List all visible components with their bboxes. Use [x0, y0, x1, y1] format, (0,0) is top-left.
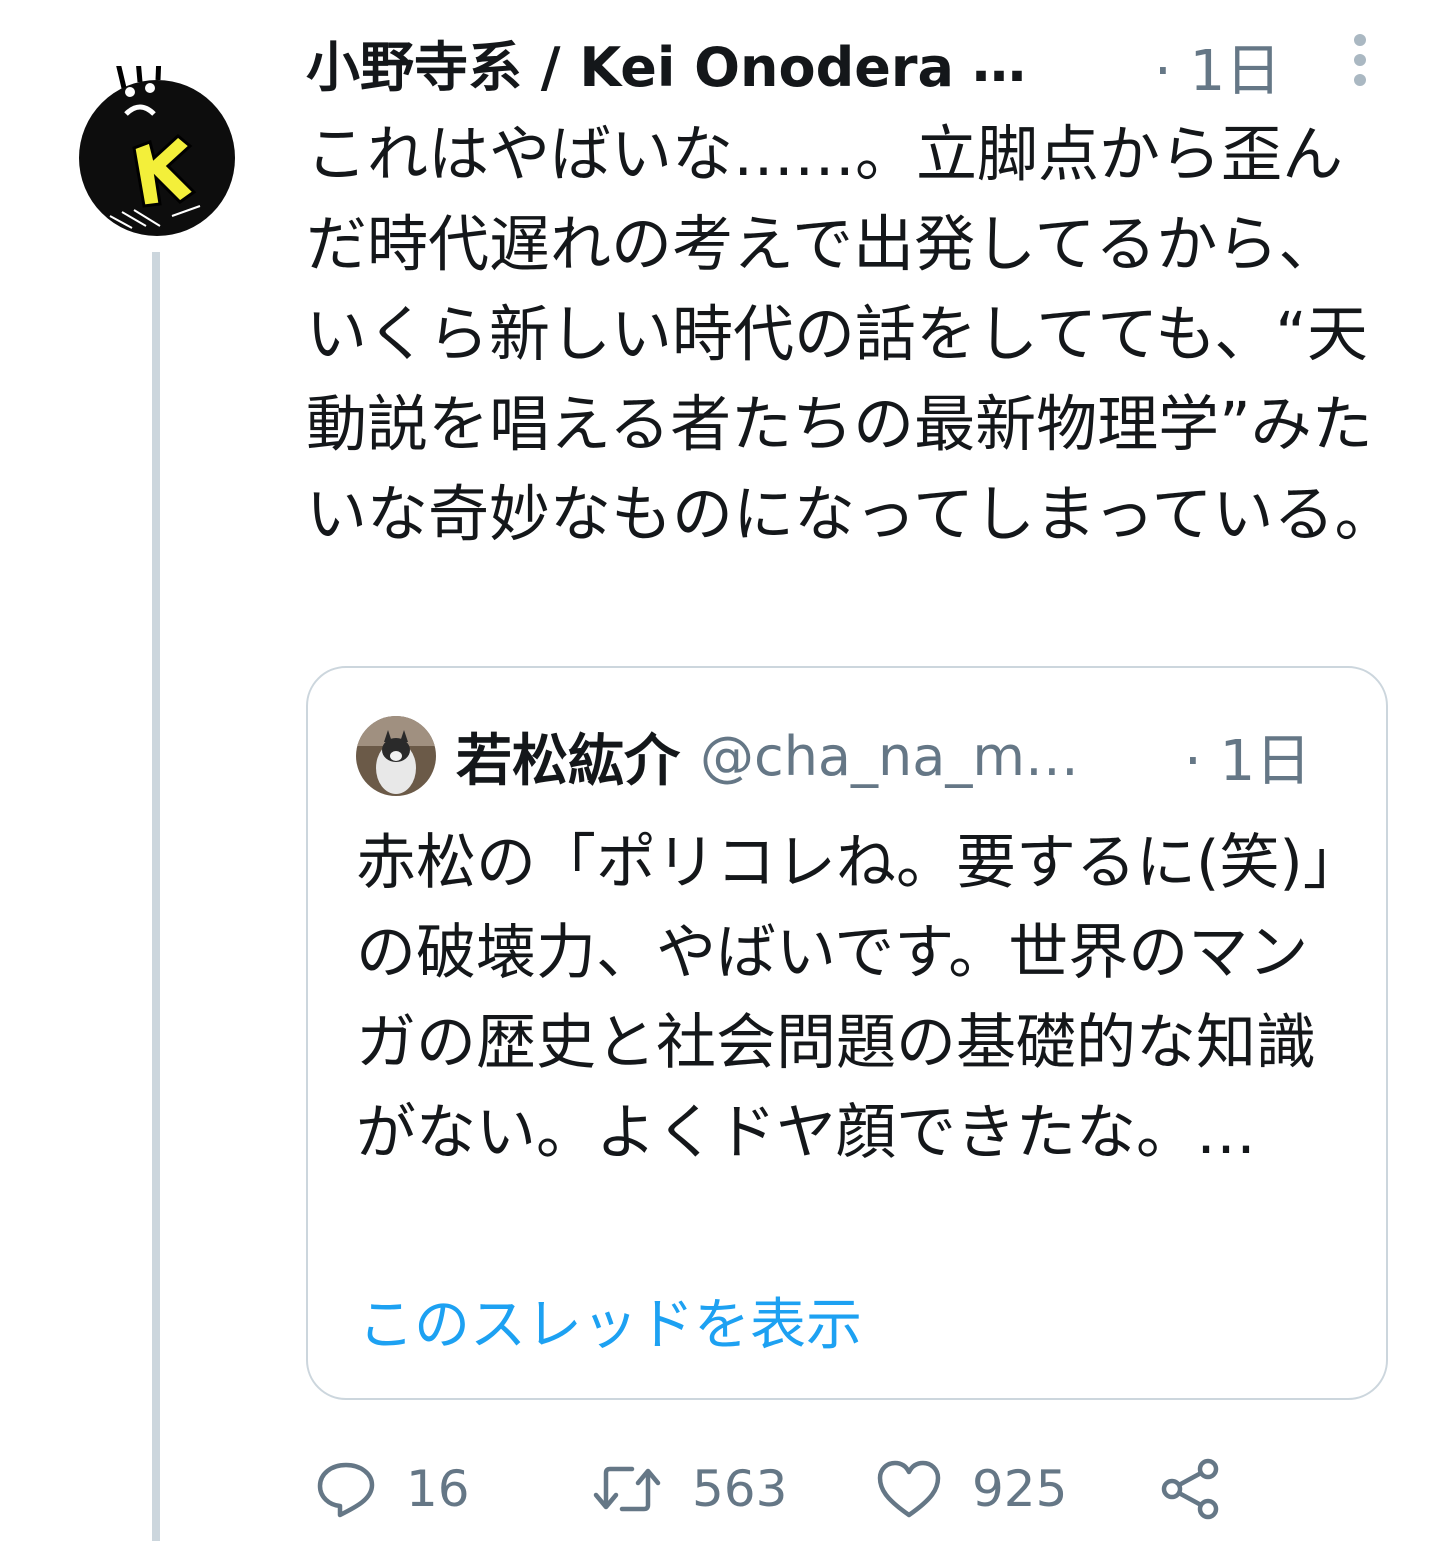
like-button[interactable]: 925	[876, 1444, 1067, 1534]
vertical-dots-icon[interactable]	[1350, 30, 1370, 90]
like-count: 925	[972, 1460, 1068, 1518]
reply-count: 16	[406, 1460, 470, 1518]
tweet-header: 小野寺系 / Kei Onodera … · 1日	[306, 20, 1418, 104]
author-avatar[interactable]	[72, 66, 242, 236]
tweet-time[interactable]: · 1日	[1154, 26, 1281, 107]
quoted-tweet-card[interactable]: 若松紘介 @cha_na_m… · 1日 赤松の「ポリコレね。要するに(笑)」の…	[306, 666, 1388, 1400]
quoted-author-name: 若松紘介	[456, 728, 680, 794]
tweet-action-bar: 16 563 925	[306, 1444, 1418, 1534]
retweet-button[interactable]: 563	[592, 1444, 787, 1534]
tweet-content[interactable]: 小野寺系 / Kei Onodera … · 1日 これはやばいな……。立脚点か…	[306, 20, 1418, 1400]
k-character-avatar-icon	[79, 66, 235, 236]
author-display-name[interactable]: 小野寺系 / Kei Onodera	[306, 23, 954, 102]
share-button[interactable]	[1158, 1444, 1222, 1534]
reply-button[interactable]: 16	[316, 1444, 470, 1534]
tweet-text: これはやばいな……。立脚点から歪んだ時代遅れの考えで出発してるから、いくら新しい…	[306, 119, 1396, 550]
thread-connector-line	[152, 252, 160, 1541]
show-thread-link[interactable]: このスレッドを表示	[358, 1280, 862, 1361]
quoted-tweet-text: 赤松の「ポリコレね。要するに(笑)」の破壊力、やばいです。世界のマンガの歴史と社…	[356, 828, 1333, 1168]
cat-photo-avatar-icon	[356, 716, 436, 796]
share-icon	[1158, 1457, 1222, 1521]
retweet-count: 563	[692, 1460, 788, 1518]
quoted-tweet-time: · 1日	[1184, 729, 1312, 794]
heart-icon	[876, 1459, 942, 1519]
quoted-author-handle: @cha_na_m…	[700, 724, 1079, 788]
retweet-icon	[592, 1459, 662, 1519]
reply-icon	[316, 1459, 376, 1519]
name-truncation-ellipsis: …	[971, 30, 1026, 94]
